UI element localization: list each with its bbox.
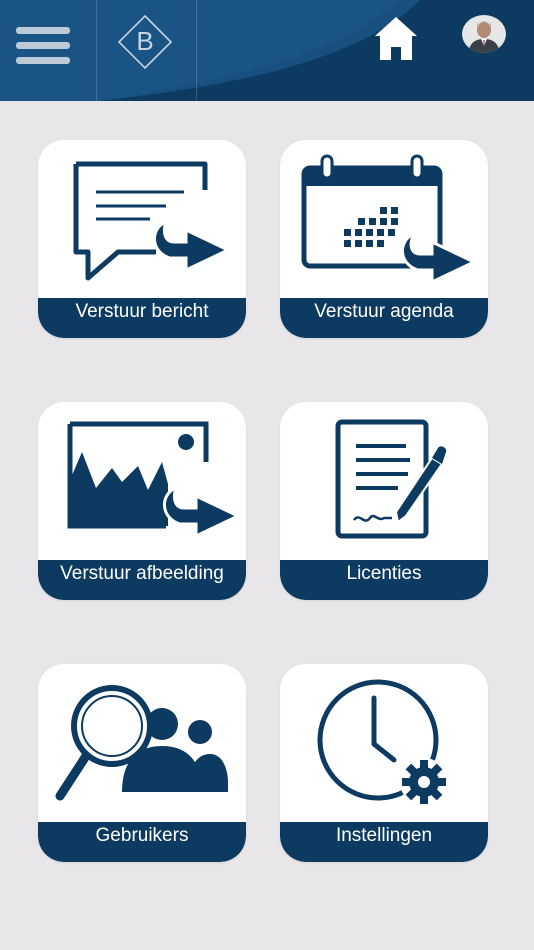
- tile-label: Instellingen: [280, 822, 488, 862]
- tile-label: Verstuur agenda: [280, 298, 488, 338]
- user-avatar[interactable]: [462, 15, 506, 53]
- header-swoosh: [0, 0, 420, 101]
- users-search-icon: [55, 685, 228, 801]
- tile-label: Verstuur bericht: [38, 298, 246, 338]
- tile-label: Licenties: [280, 560, 488, 600]
- tile-label: Verstuur afbeelding: [38, 560, 246, 600]
- app-header: B: [0, 0, 534, 101]
- app-logo: B: [117, 14, 173, 70]
- header-divider: [96, 0, 97, 101]
- tile-verstuur-agenda[interactable]: Verstuur agenda: [280, 140, 488, 338]
- clock-settings-icon: [317, 679, 448, 806]
- hamburger-menu-icon[interactable]: [14, 24, 72, 68]
- message-send-icon: [73, 161, 232, 281]
- tile-gebruikers[interactable]: Gebruikers: [38, 664, 246, 862]
- tile-licenties[interactable]: Licenties: [280, 402, 488, 600]
- home-icon[interactable]: [372, 14, 420, 62]
- tile-verstuur-bericht[interactable]: Verstuur bericht: [38, 140, 246, 338]
- calendar-send-icon: [301, 154, 478, 285]
- header-divider: [196, 0, 197, 101]
- tile-instellingen[interactable]: Instellingen: [280, 664, 488, 862]
- image-send-icon: [67, 421, 242, 539]
- logo-letter: B: [136, 26, 153, 56]
- license-document-icon: [335, 419, 447, 539]
- tile-verstuur-afbeelding[interactable]: Verstuur afbeelding: [38, 402, 246, 600]
- tile-label: Gebruikers: [38, 822, 246, 862]
